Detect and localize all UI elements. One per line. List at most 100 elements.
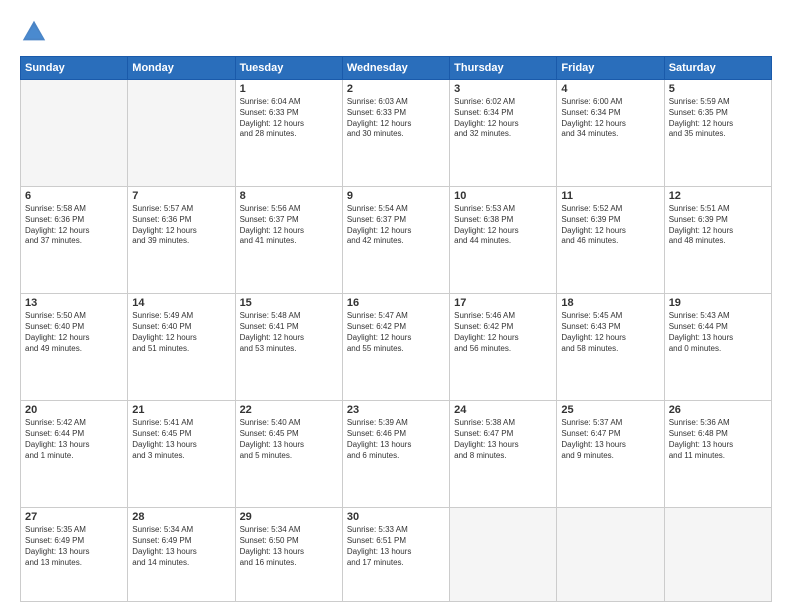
day-number: 29 [240,511,338,523]
day-number: 30 [347,511,445,523]
cell-content: Sunrise: 5:38 AMSunset: 6:47 PMDaylight:… [454,418,552,461]
day-number: 16 [347,297,445,309]
logo [20,18,52,46]
cell-content: Sunrise: 5:36 AMSunset: 6:48 PMDaylight:… [669,418,767,461]
day-number: 11 [561,190,659,202]
calendar-cell [450,508,557,602]
calendar-cell: 12Sunrise: 5:51 AMSunset: 6:39 PMDayligh… [664,187,771,294]
calendar-cell: 6Sunrise: 5:58 AMSunset: 6:36 PMDaylight… [21,187,128,294]
calendar-cell: 17 Sunrise: 5:46 AMSunset: 6:42 PMDayligh… [450,294,557,401]
calendar-cell: 30 Sunrise: 5:33 AMSunset: 6:51 PMDayligh… [342,508,449,602]
col-header-thursday: Thursday [450,57,557,80]
calendar-cell [664,508,771,602]
day-number: 27 [25,511,123,523]
week-row-5: 27 Sunrise: 5:35 AMSunset: 6:49 PMDayligh… [21,508,772,602]
day-number: 17 [454,297,552,309]
calendar-cell: 29 Sunrise: 5:34 AMSunset: 6:50 PMDayligh… [235,508,342,602]
calendar-cell: 7 Sunrise: 5:57 AMSunset: 6:36 PMDaylight… [128,187,235,294]
logo-icon [20,18,48,46]
cell-content: Sunrise: 5:33 AMSunset: 6:51 PMDaylight:… [347,525,445,568]
calendar-cell: 4Sunrise: 6:00 AMSunset: 6:34 PMDaylight… [557,80,664,187]
calendar-cell [21,80,128,187]
cell-content: Sunrise: 5:37 AMSunset: 6:47 PMDaylight:… [561,418,659,461]
calendar-cell: 5Sunrise: 5:59 AMSunset: 6:35 PMDaylight… [664,80,771,187]
calendar-cell: 25 Sunrise: 5:37 AMSunset: 6:47 PMDayligh… [557,401,664,508]
calendar-cell: 24 Sunrise: 5:38 AMSunset: 6:47 PMDayligh… [450,401,557,508]
calendar-cell: 8 Sunrise: 5:56 AMSunset: 6:37 PMDaylight… [235,187,342,294]
day-number: 15 [240,297,338,309]
day-number: 26 [669,404,767,416]
day-number: 24 [454,404,552,416]
day-number: 2 [347,83,445,95]
week-row-2: 6Sunrise: 5:58 AMSunset: 6:36 PMDaylight… [21,187,772,294]
day-number: 6 [25,190,123,202]
day-number: 13 [25,297,123,309]
cell-content: Sunrise: 5:35 AMSunset: 6:49 PMDaylight:… [25,525,123,568]
cell-content: Sunrise: 5:56 AMSunset: 6:37 PMDaylight:… [240,204,338,247]
calendar-cell: 28Sunrise: 5:34 AMSunset: 6:49 PMDayligh… [128,508,235,602]
cell-content: Sunrise: 6:03 AMSunset: 6:33 PMDaylight:… [347,97,445,140]
cell-content: Sunrise: 5:39 AMSunset: 6:46 PMDaylight:… [347,418,445,461]
week-row-4: 20 Sunrise: 5:42 AMSunset: 6:44 PMDayligh… [21,401,772,508]
cell-content: Sunrise: 5:49 AMSunset: 6:40 PMDaylight:… [132,311,230,354]
cell-content: Sunrise: 5:45 AMSunset: 6:43 PMDaylight:… [561,311,659,354]
calendar-cell: 1 Sunrise: 6:04 AMSunset: 6:33 PMDaylight… [235,80,342,187]
calendar-cell: 23 Sunrise: 5:39 AMSunset: 6:46 PMDayligh… [342,401,449,508]
calendar-table: SundayMondayTuesdayWednesdayThursdayFrid… [20,56,772,602]
calendar-cell: 22 Sunrise: 5:40 AMSunset: 6:45 PMDayligh… [235,401,342,508]
cell-content: Sunrise: 5:57 AMSunset: 6:36 PMDaylight:… [132,204,230,247]
calendar-cell: 9 Sunrise: 5:54 AMSunset: 6:37 PMDaylight… [342,187,449,294]
cell-content: Sunrise: 6:04 AMSunset: 6:33 PMDaylight:… [240,97,338,140]
calendar-cell: 16Sunrise: 5:47 AMSunset: 6:42 PMDayligh… [342,294,449,401]
calendar-cell: 26 Sunrise: 5:36 AMSunset: 6:48 PMDayligh… [664,401,771,508]
calendar-cell: 27 Sunrise: 5:35 AMSunset: 6:49 PMDayligh… [21,508,128,602]
day-number: 22 [240,404,338,416]
col-header-monday: Monday [128,57,235,80]
day-number: 7 [132,190,230,202]
cell-content: Sunrise: 5:52 AMSunset: 6:39 PMDaylight:… [561,204,659,247]
col-header-friday: Friday [557,57,664,80]
day-number: 21 [132,404,230,416]
cell-content: Sunrise: 6:00 AMSunset: 6:34 PMDaylight:… [561,97,659,140]
cell-content: Sunrise: 5:53 AMSunset: 6:38 PMDaylight:… [454,204,552,247]
cell-content: Sunrise: 5:54 AMSunset: 6:37 PMDaylight:… [347,204,445,247]
cell-content: Sunrise: 5:48 AMSunset: 6:41 PMDaylight:… [240,311,338,354]
calendar-cell: 19 Sunrise: 5:43 AMSunset: 6:44 PMDayligh… [664,294,771,401]
calendar-cell: 3Sunrise: 6:02 AMSunset: 6:34 PMDaylight… [450,80,557,187]
day-number: 14 [132,297,230,309]
cell-content: Sunrise: 5:34 AMSunset: 6:49 PMDaylight:… [132,525,230,568]
cell-content: Sunrise: 5:42 AMSunset: 6:44 PMDaylight:… [25,418,123,461]
col-header-tuesday: Tuesday [235,57,342,80]
col-header-sunday: Sunday [21,57,128,80]
day-number: 19 [669,297,767,309]
week-row-1: 1 Sunrise: 6:04 AMSunset: 6:33 PMDaylight… [21,80,772,187]
cell-content: Sunrise: 5:50 AMSunset: 6:40 PMDaylight:… [25,311,123,354]
calendar-cell: 18 Sunrise: 5:45 AMSunset: 6:43 PMDayligh… [557,294,664,401]
header [20,18,772,46]
day-number: 8 [240,190,338,202]
calendar-cell: 21Sunrise: 5:41 AMSunset: 6:45 PMDayligh… [128,401,235,508]
day-number: 23 [347,404,445,416]
calendar-cell: 2 Sunrise: 6:03 AMSunset: 6:33 PMDaylight… [342,80,449,187]
calendar-cell: 10 Sunrise: 5:53 AMSunset: 6:38 PMDayligh… [450,187,557,294]
col-header-saturday: Saturday [664,57,771,80]
day-number: 18 [561,297,659,309]
day-number: 10 [454,190,552,202]
cell-content: Sunrise: 5:40 AMSunset: 6:45 PMDaylight:… [240,418,338,461]
day-number: 12 [669,190,767,202]
day-number: 3 [454,83,552,95]
calendar-cell [557,508,664,602]
day-number: 25 [561,404,659,416]
calendar-cell: 20 Sunrise: 5:42 AMSunset: 6:44 PMDayligh… [21,401,128,508]
day-number: 9 [347,190,445,202]
calendar-header-row: SundayMondayTuesdayWednesdayThursdayFrid… [21,57,772,80]
week-row-3: 13 Sunrise: 5:50 AMSunset: 6:40 PMDayligh… [21,294,772,401]
day-number: 1 [240,83,338,95]
calendar-cell: 13 Sunrise: 5:50 AMSunset: 6:40 PMDayligh… [21,294,128,401]
calendar-cell: 14 Sunrise: 5:49 AMSunset: 6:40 PMDayligh… [128,294,235,401]
day-number: 20 [25,404,123,416]
cell-content: Sunrise: 5:46 AMSunset: 6:42 PMDaylight:… [454,311,552,354]
cell-content: Sunrise: 5:34 AMSunset: 6:50 PMDaylight:… [240,525,338,568]
cell-content: Sunrise: 5:43 AMSunset: 6:44 PMDaylight:… [669,311,767,354]
page: SundayMondayTuesdayWednesdayThursdayFrid… [0,0,792,612]
